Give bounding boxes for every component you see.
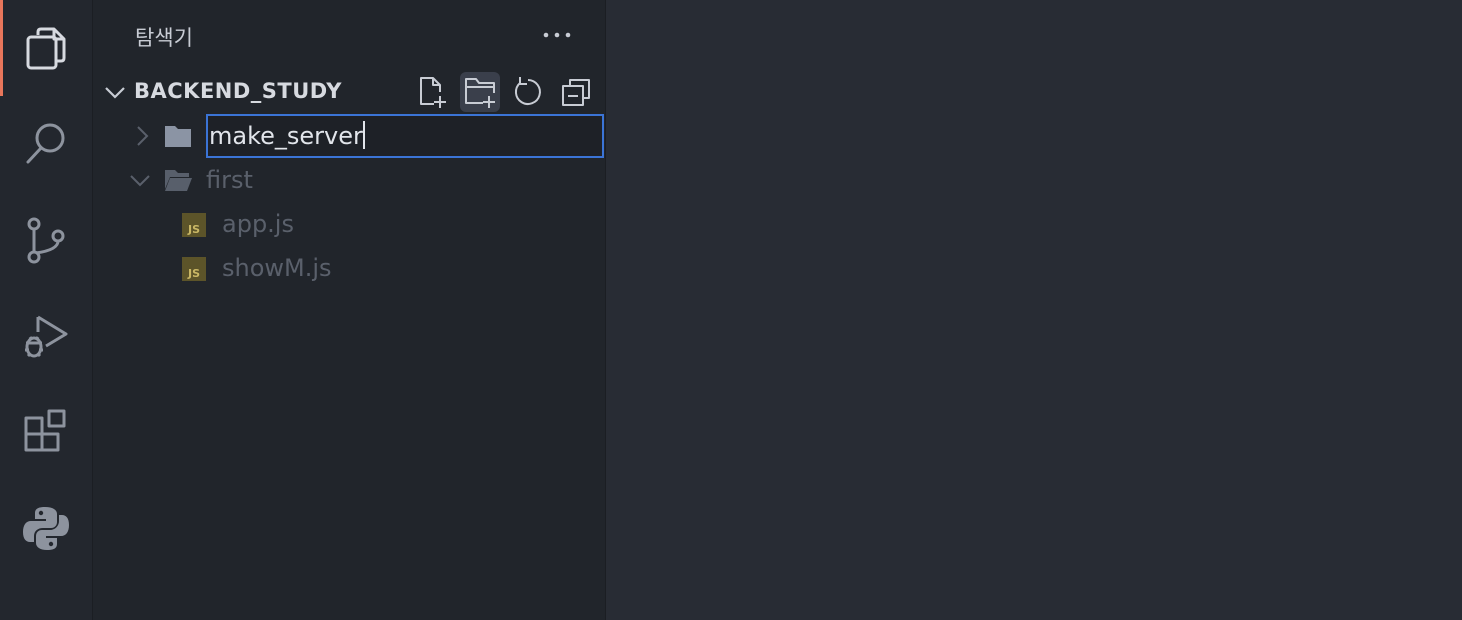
activity-explorer[interactable] (0, 0, 92, 96)
refresh-icon (514, 77, 541, 105)
extensions-icon (24, 409, 66, 452)
new-file-icon (420, 77, 446, 108)
chevron-down-icon (130, 175, 150, 187)
javascript-file-icon: JS (182, 213, 206, 237)
new-file-button[interactable] (411, 72, 451, 112)
collapse-all-icon (562, 79, 590, 106)
new-folder-button[interactable] (460, 72, 500, 112)
activity-python[interactable] (0, 480, 92, 576)
new-folder-icon (465, 78, 495, 108)
sidebar-title: 탐색기 (135, 26, 193, 50)
folder-label: first (206, 166, 253, 194)
folder-icon (165, 126, 191, 147)
run-debug-icon (25, 315, 68, 358)
source-control-icon (27, 217, 65, 264)
workspace-title: BACKEND_STUDY (134, 79, 342, 103)
editor-area[interactable] (606, 0, 1462, 620)
workspace-section-header[interactable]: BACKEND_STUDY (93, 70, 605, 114)
javascript-file-icon: JS (182, 257, 206, 281)
chevron-right-icon (137, 126, 149, 146)
more-actions-button[interactable] (537, 18, 577, 52)
tree-item-file[interactable]: JS app.js (93, 202, 605, 246)
text-caret (362, 121, 365, 149)
explorer-sidebar: 탐색기 BACKEND_STUDY make_server first JS a… (93, 0, 606, 620)
file-label: showM.js (222, 254, 332, 282)
tree-item-file[interactable]: JS showM.js (93, 246, 605, 290)
activity-bar (0, 0, 93, 620)
activity-run-debug[interactable] (0, 288, 92, 384)
more-actions-icon (543, 32, 571, 38)
activity-search[interactable] (0, 96, 92, 192)
file-label: app.js (222, 210, 294, 238)
refresh-button[interactable] (508, 72, 548, 112)
search-icon (26, 123, 65, 164)
python-icon (23, 507, 69, 550)
tree-item-folder[interactable]: first (93, 158, 605, 202)
activity-source-control[interactable] (0, 192, 92, 288)
explorer-icon (26, 27, 66, 70)
collapse-all-button[interactable] (556, 72, 596, 112)
folder-open-icon (165, 170, 192, 191)
rename-input[interactable]: make_server (206, 114, 604, 158)
chevron-down-icon (105, 87, 125, 99)
activity-extensions[interactable] (0, 384, 92, 480)
